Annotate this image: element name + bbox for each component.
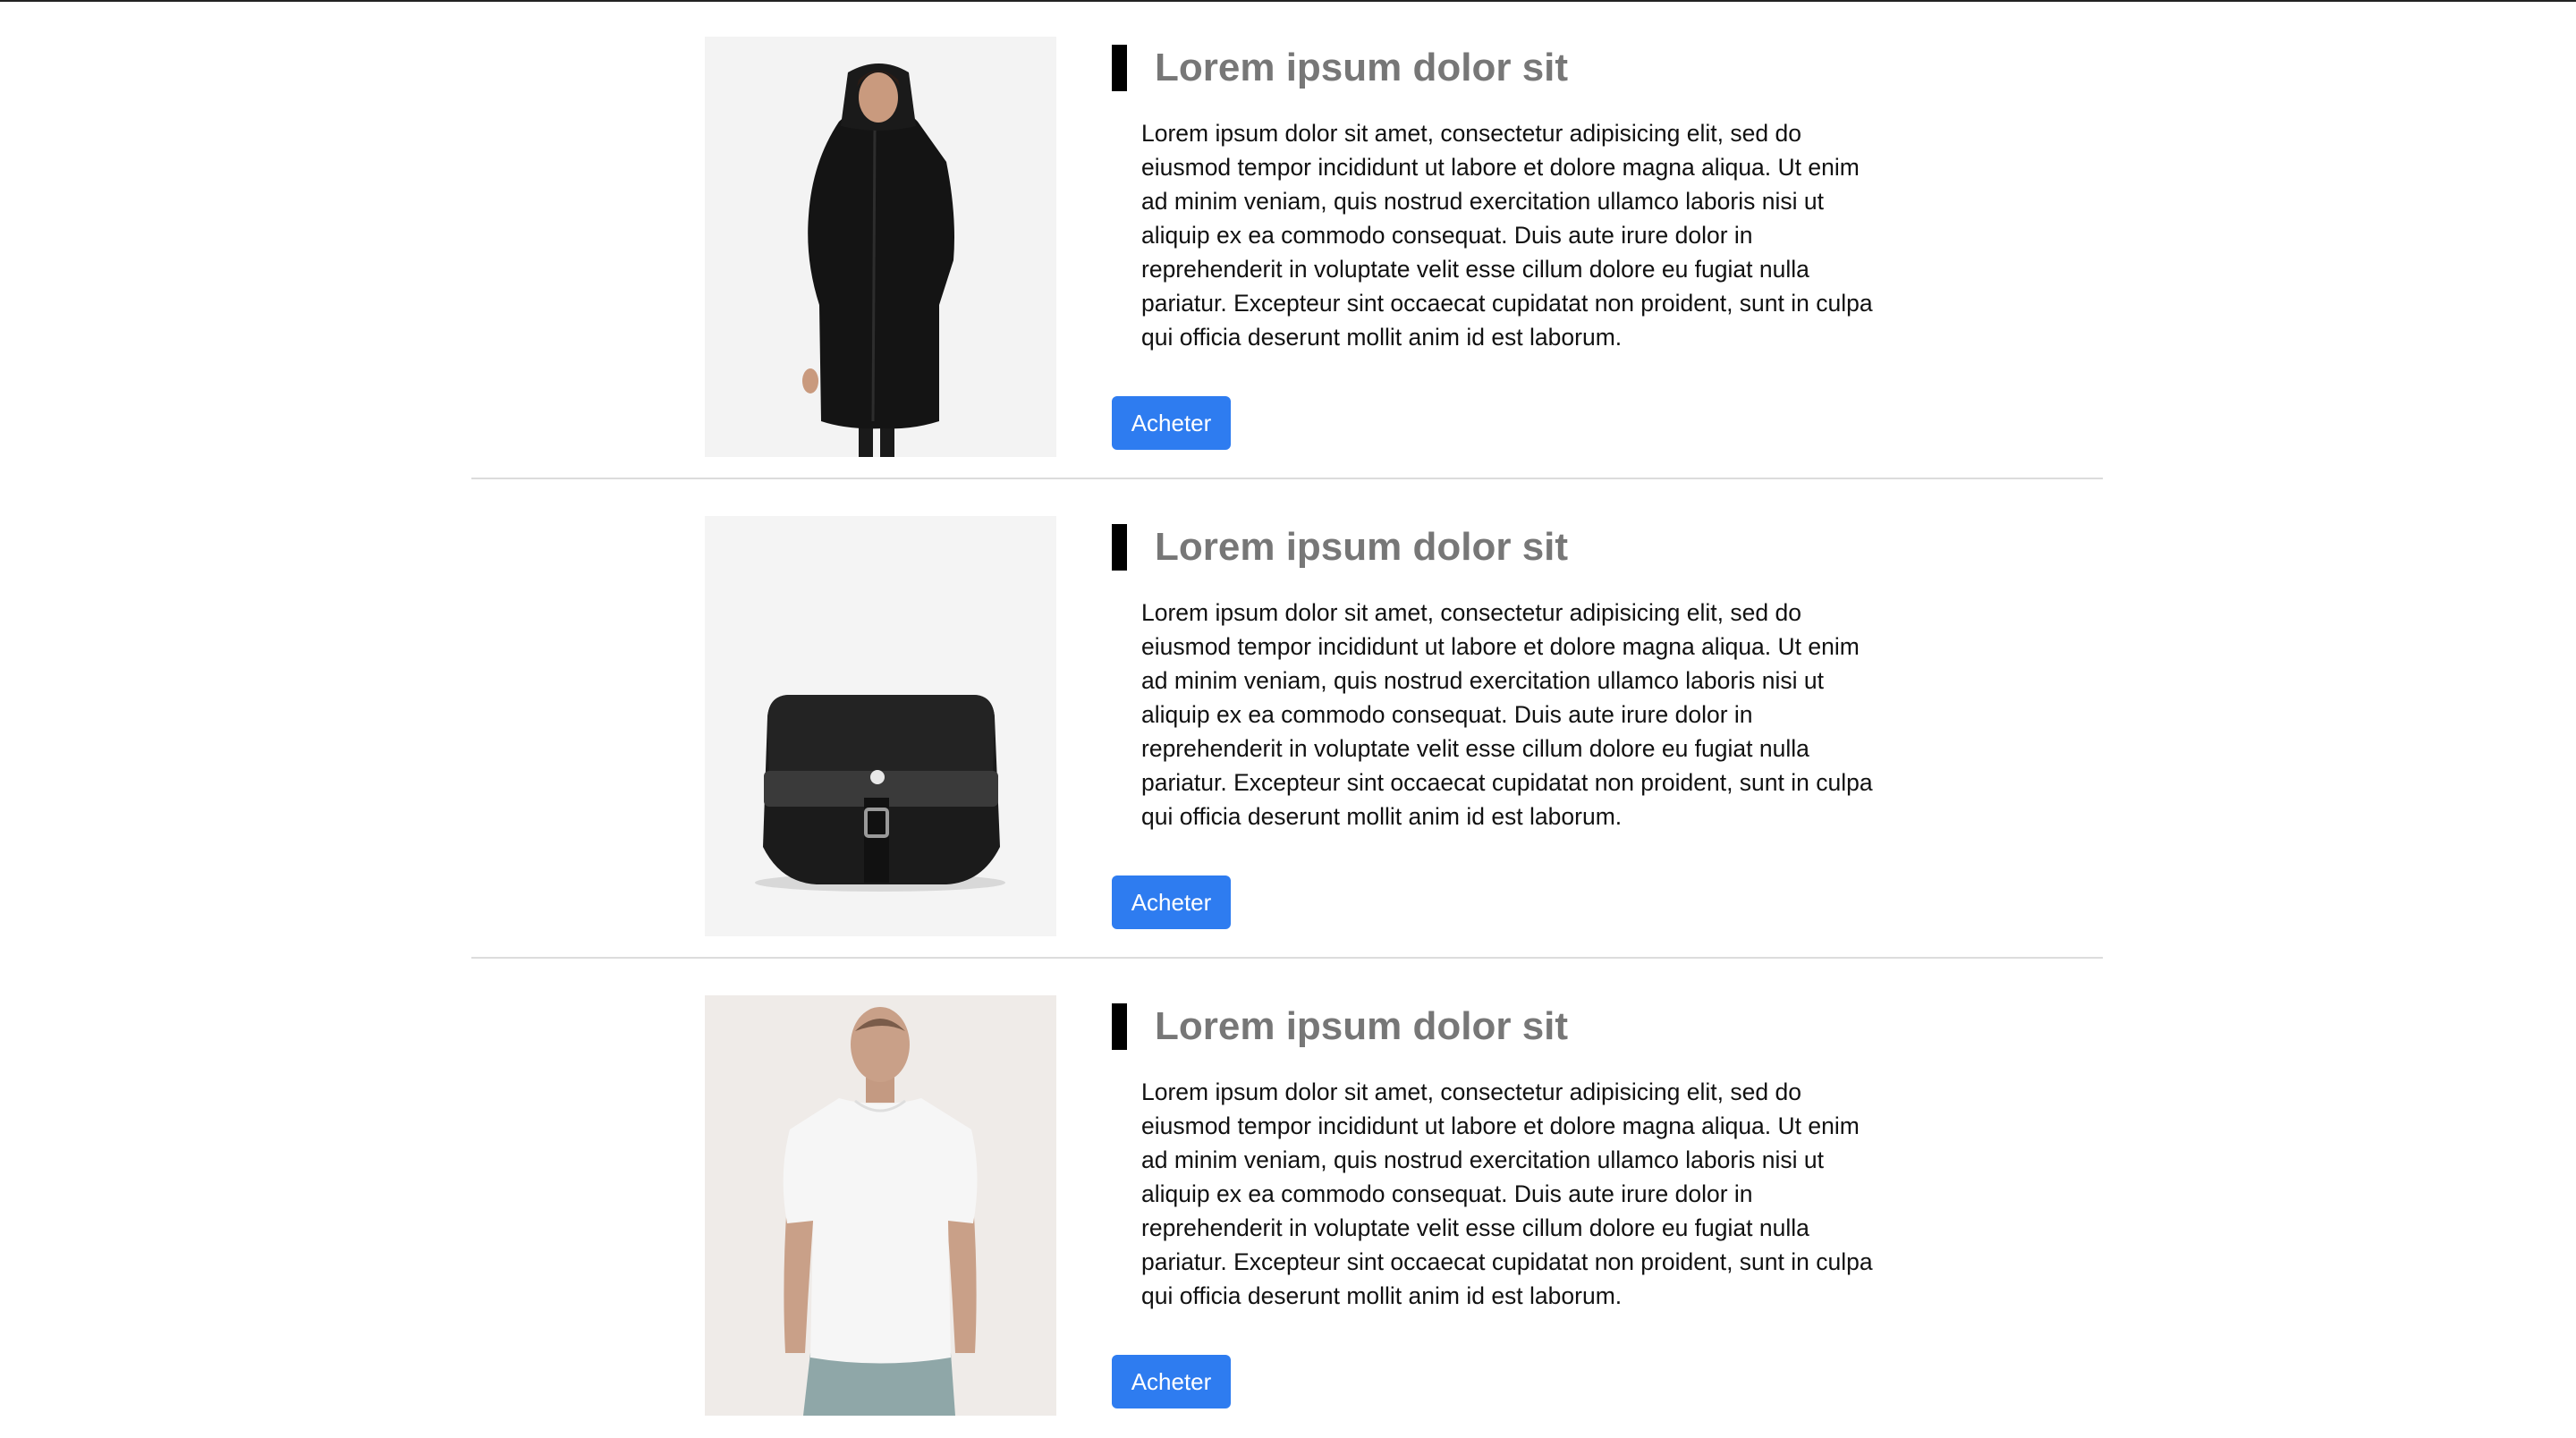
buy-button[interactable]: Acheter	[1112, 1355, 1231, 1408]
product-description: Lorem ipsum dolor sit amet, consectetur …	[1141, 120, 1873, 351]
product-title-row: Lorem ipsum dolor sit	[1112, 524, 1568, 571]
product-title-row: Lorem ipsum dolor sit	[1112, 45, 1568, 91]
product-description: Lorem ipsum dolor sit amet, consectetur …	[1141, 599, 1873, 830]
black-messenger-bag-photo	[705, 516, 1056, 936]
product-item: Lorem ipsum dolor sit Lorem ipsum dolor …	[471, 0, 2103, 479]
black-hooded-coat-photo	[705, 37, 1056, 457]
buy-button[interactable]: Acheter	[1112, 875, 1231, 929]
product-title: Lorem ipsum dolor sit	[1155, 1004, 1569, 1048]
title-accent-bar	[1112, 1003, 1127, 1050]
title-accent-bar	[1112, 45, 1127, 91]
product-item: Lorem ipsum dolor sit Lorem ipsum dolor …	[471, 479, 2103, 959]
product-list: Lorem ipsum dolor sit Lorem ipsum dolor …	[471, 0, 2103, 1438]
white-tshirt-photo	[705, 995, 1056, 1416]
product-title: Lorem ipsum dolor sit	[1155, 46, 1569, 89]
title-accent-bar	[1112, 524, 1127, 571]
product-description: Lorem ipsum dolor sit amet, consectetur …	[1141, 1078, 1873, 1309]
product-title-row: Lorem ipsum dolor sit	[1112, 1003, 1568, 1050]
product-item: Lorem ipsum dolor sit Lorem ipsum dolor …	[471, 959, 2103, 1438]
product-title: Lorem ipsum dolor sit	[1155, 525, 1569, 569]
buy-button[interactable]: Acheter	[1112, 396, 1231, 450]
